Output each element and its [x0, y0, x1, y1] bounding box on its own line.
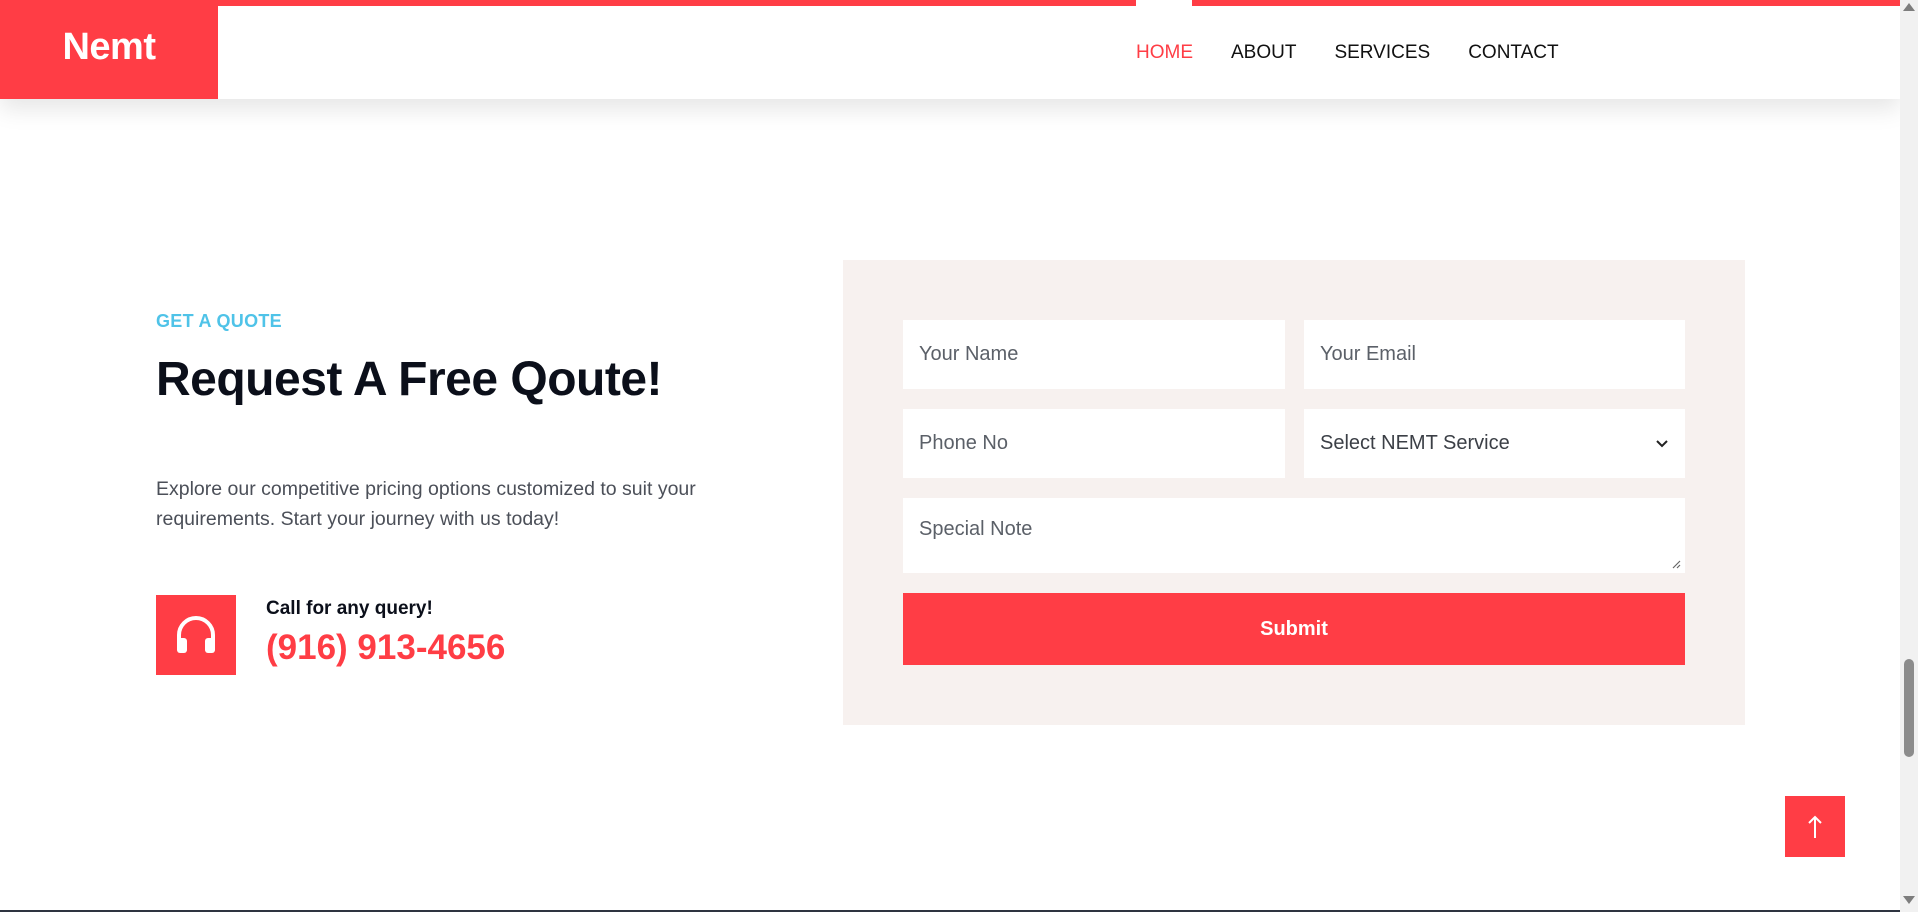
quote-form: Your Name Your Email Phone No Select NEM…	[843, 260, 1745, 725]
email-input[interactable]: Your Email	[1304, 320, 1685, 389]
scrollbar-thumb[interactable]	[1904, 659, 1914, 757]
service-select-value: Select NEMT Service	[1320, 432, 1510, 454]
nav-contact[interactable]: CONTACT	[1468, 42, 1558, 64]
name-input[interactable]: Your Name	[903, 320, 1285, 389]
special-note-textarea[interactable]: Special Note	[903, 498, 1685, 573]
header-accent-line-right	[1192, 0, 1900, 6]
chevron-down-icon	[1656, 439, 1668, 447]
resize-handle-icon[interactable]	[1671, 559, 1681, 569]
scroll-up-icon[interactable]	[1903, 3, 1915, 11]
nav-services[interactable]: SERVICES	[1334, 42, 1430, 64]
back-to-top-button[interactable]	[1785, 796, 1845, 857]
phone-input[interactable]: Phone No	[903, 409, 1285, 478]
section-eyebrow: GET A QUOTE	[156, 311, 282, 331]
special-note-placeholder: Special Note	[919, 518, 1033, 540]
headphones-icon	[177, 616, 215, 653]
submit-button[interactable]: Submit	[903, 593, 1685, 665]
nav-about[interactable]: ABOUT	[1231, 42, 1296, 64]
site-header: Nemt HOME ABOUT SERVICES CONTACT	[0, 0, 1900, 99]
call-phone-link[interactable]: (916) 913-4656	[266, 628, 505, 668]
main-nav: HOME ABOUT SERVICES CONTACT	[1136, 42, 1597, 64]
call-icon-box	[156, 595, 236, 675]
scroll-down-icon[interactable]	[1903, 896, 1915, 904]
service-select[interactable]: Select NEMT Service	[1304, 409, 1685, 478]
arrow-up-icon	[1808, 815, 1822, 838]
brand-logo[interactable]: Nemt	[0, 0, 218, 99]
brand-name: Nemt	[62, 26, 156, 68]
header-accent-line-left	[218, 0, 1136, 6]
nav-home[interactable]: HOME	[1136, 42, 1193, 64]
page-scrollbar[interactable]	[1900, 0, 1918, 912]
call-label: Call for any query!	[266, 598, 433, 619]
section-description: Explore our competitive pricing options …	[156, 478, 696, 530]
section-title: Request A Free Qoute!	[156, 353, 663, 406]
